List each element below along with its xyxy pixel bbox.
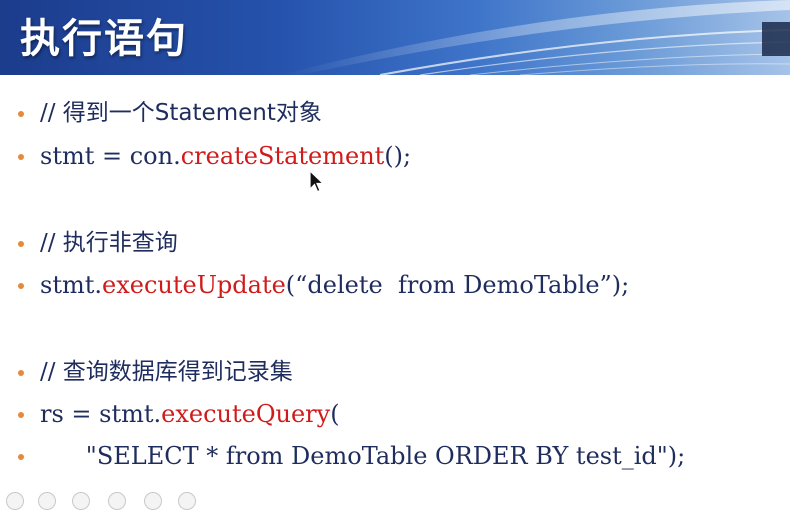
code-line: rs = stmt.executeQuery( — [40, 399, 340, 429]
bullet-dot — [18, 283, 24, 289]
mouse-pointer-icon — [309, 170, 325, 193]
method-name: executeQuery — [161, 400, 331, 428]
bullet-dot — [18, 454, 24, 460]
menu-icon[interactable] — [108, 492, 126, 510]
code-line-continuation: "SELECT * from DemoTable ORDER BY test_i… — [40, 442, 686, 470]
back-icon[interactable] — [38, 492, 56, 510]
bullet-dot — [18, 412, 24, 418]
comment-line: // 查询数据库得到记录集 — [40, 359, 293, 385]
code-prefix: stmt. — [40, 271, 102, 299]
code-suffix: (“delete from DemoTable”); — [285, 271, 630, 299]
bullet-dot — [18, 370, 24, 376]
slideshow-controls — [0, 488, 220, 510]
comment-line: // 执行非查询 — [40, 230, 178, 256]
code-suffix: ( — [330, 400, 340, 428]
method-name: createStatement — [180, 142, 385, 170]
code-line: stmt.executeUpdate(“delete from DemoTabl… — [40, 270, 629, 300]
method-name: executeUpdate — [102, 271, 286, 299]
bullet-dot — [18, 241, 24, 247]
pointer-icon[interactable] — [72, 492, 90, 510]
code-prefix: stmt = con. — [40, 142, 181, 170]
bullet-dot — [18, 154, 24, 160]
zoom-icon[interactable] — [144, 492, 162, 510]
code-suffix: (); — [384, 142, 412, 170]
comment-line: // 得到一个Statement对象 — [40, 100, 322, 126]
next-icon[interactable] — [178, 492, 196, 510]
code-prefix: rs = stmt. — [40, 400, 162, 428]
bullet-dot — [18, 111, 24, 117]
slide-content: // 得到一个Statement对象 stmt = con.createStat… — [0, 0, 790, 500]
prev-icon[interactable] — [6, 492, 24, 510]
code-line: stmt = con.createStatement(); — [40, 141, 411, 171]
